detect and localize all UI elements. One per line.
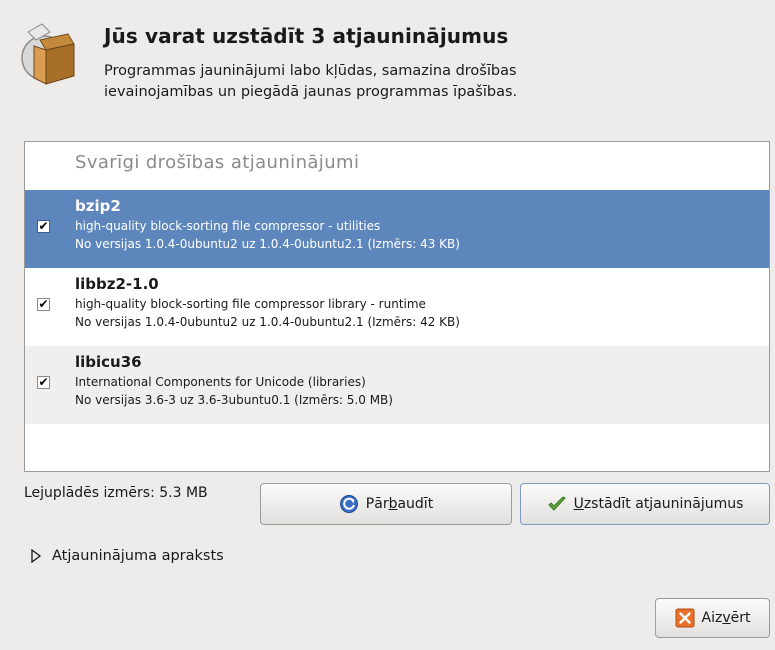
close-button[interactable]: Aizvērt — [655, 598, 770, 638]
close-button-label: Aizvērt — [701, 610, 751, 626]
dialog-description: Programmas jauninājumi labo kļūdas, sama… — [104, 63, 518, 100]
close-icon — [675, 608, 694, 628]
update-row-libbz2[interactable]: ✔ libbz2-1.0 high-quality block-sorting … — [25, 268, 769, 346]
checkmark-icon — [547, 496, 566, 511]
check-button[interactable]: Pārbaudīt — [260, 483, 512, 525]
update-row-libicu36[interactable]: ✔ libicu36 International Components for … — [25, 346, 769, 424]
expander-arrow-icon — [31, 549, 42, 563]
dialog-title: Jūs varat uzstādīt 3 atjauninājumus — [104, 24, 509, 48]
package-description: high-quality block-sorting file compress… — [75, 297, 426, 311]
expander-label: Atjauninājuma apraksts — [52, 548, 224, 564]
updates-list[interactable]: Svarīgi drošības atjauninājumi ✔ bzip2 h… — [24, 141, 770, 472]
download-size-label: Lejuplādēs izmērs: 5.3 MB — [24, 485, 208, 501]
package-name: libbz2-1.0 — [75, 275, 159, 293]
update-checkbox[interactable]: ✔ — [37, 376, 50, 389]
update-manager-icon — [21, 23, 75, 85]
install-updates-button[interactable]: Uzstādīt atjauninājumus — [520, 483, 770, 525]
update-row-bzip2[interactable]: ✔ bzip2 high-quality block-sorting file … — [25, 190, 769, 268]
package-description: International Components for Unicode (li… — [75, 375, 366, 389]
section-header: Svarīgi drošības atjauninājumi — [75, 152, 360, 173]
install-button-label: Uzstādīt atjauninājumus — [573, 496, 744, 512]
check-button-label: Pārbaudīt — [365, 496, 434, 512]
package-version-info: No versijas 1.0.4-0ubuntu2 uz 1.0.4-0ubu… — [75, 237, 460, 251]
update-checkbox[interactable]: ✔ — [37, 220, 50, 233]
package-version-info: No versijas 1.0.4-0ubuntu2 uz 1.0.4-0ubu… — [75, 315, 460, 329]
description-expander[interactable]: Atjauninājuma apraksts — [30, 548, 224, 564]
update-checkbox[interactable]: ✔ — [37, 298, 50, 311]
package-name: bzip2 — [75, 197, 121, 215]
package-description: high-quality block-sorting file compress… — [75, 219, 381, 233]
package-version-info: No versijas 3.6-3 uz 3.6-3ubuntu0.1 (Izm… — [75, 393, 393, 407]
package-name: libicu36 — [75, 353, 142, 371]
dialog-header: Jūs varat uzstādīt 3 atjauninājumus Prog… — [0, 0, 775, 140]
refresh-icon — [339, 495, 358, 513]
